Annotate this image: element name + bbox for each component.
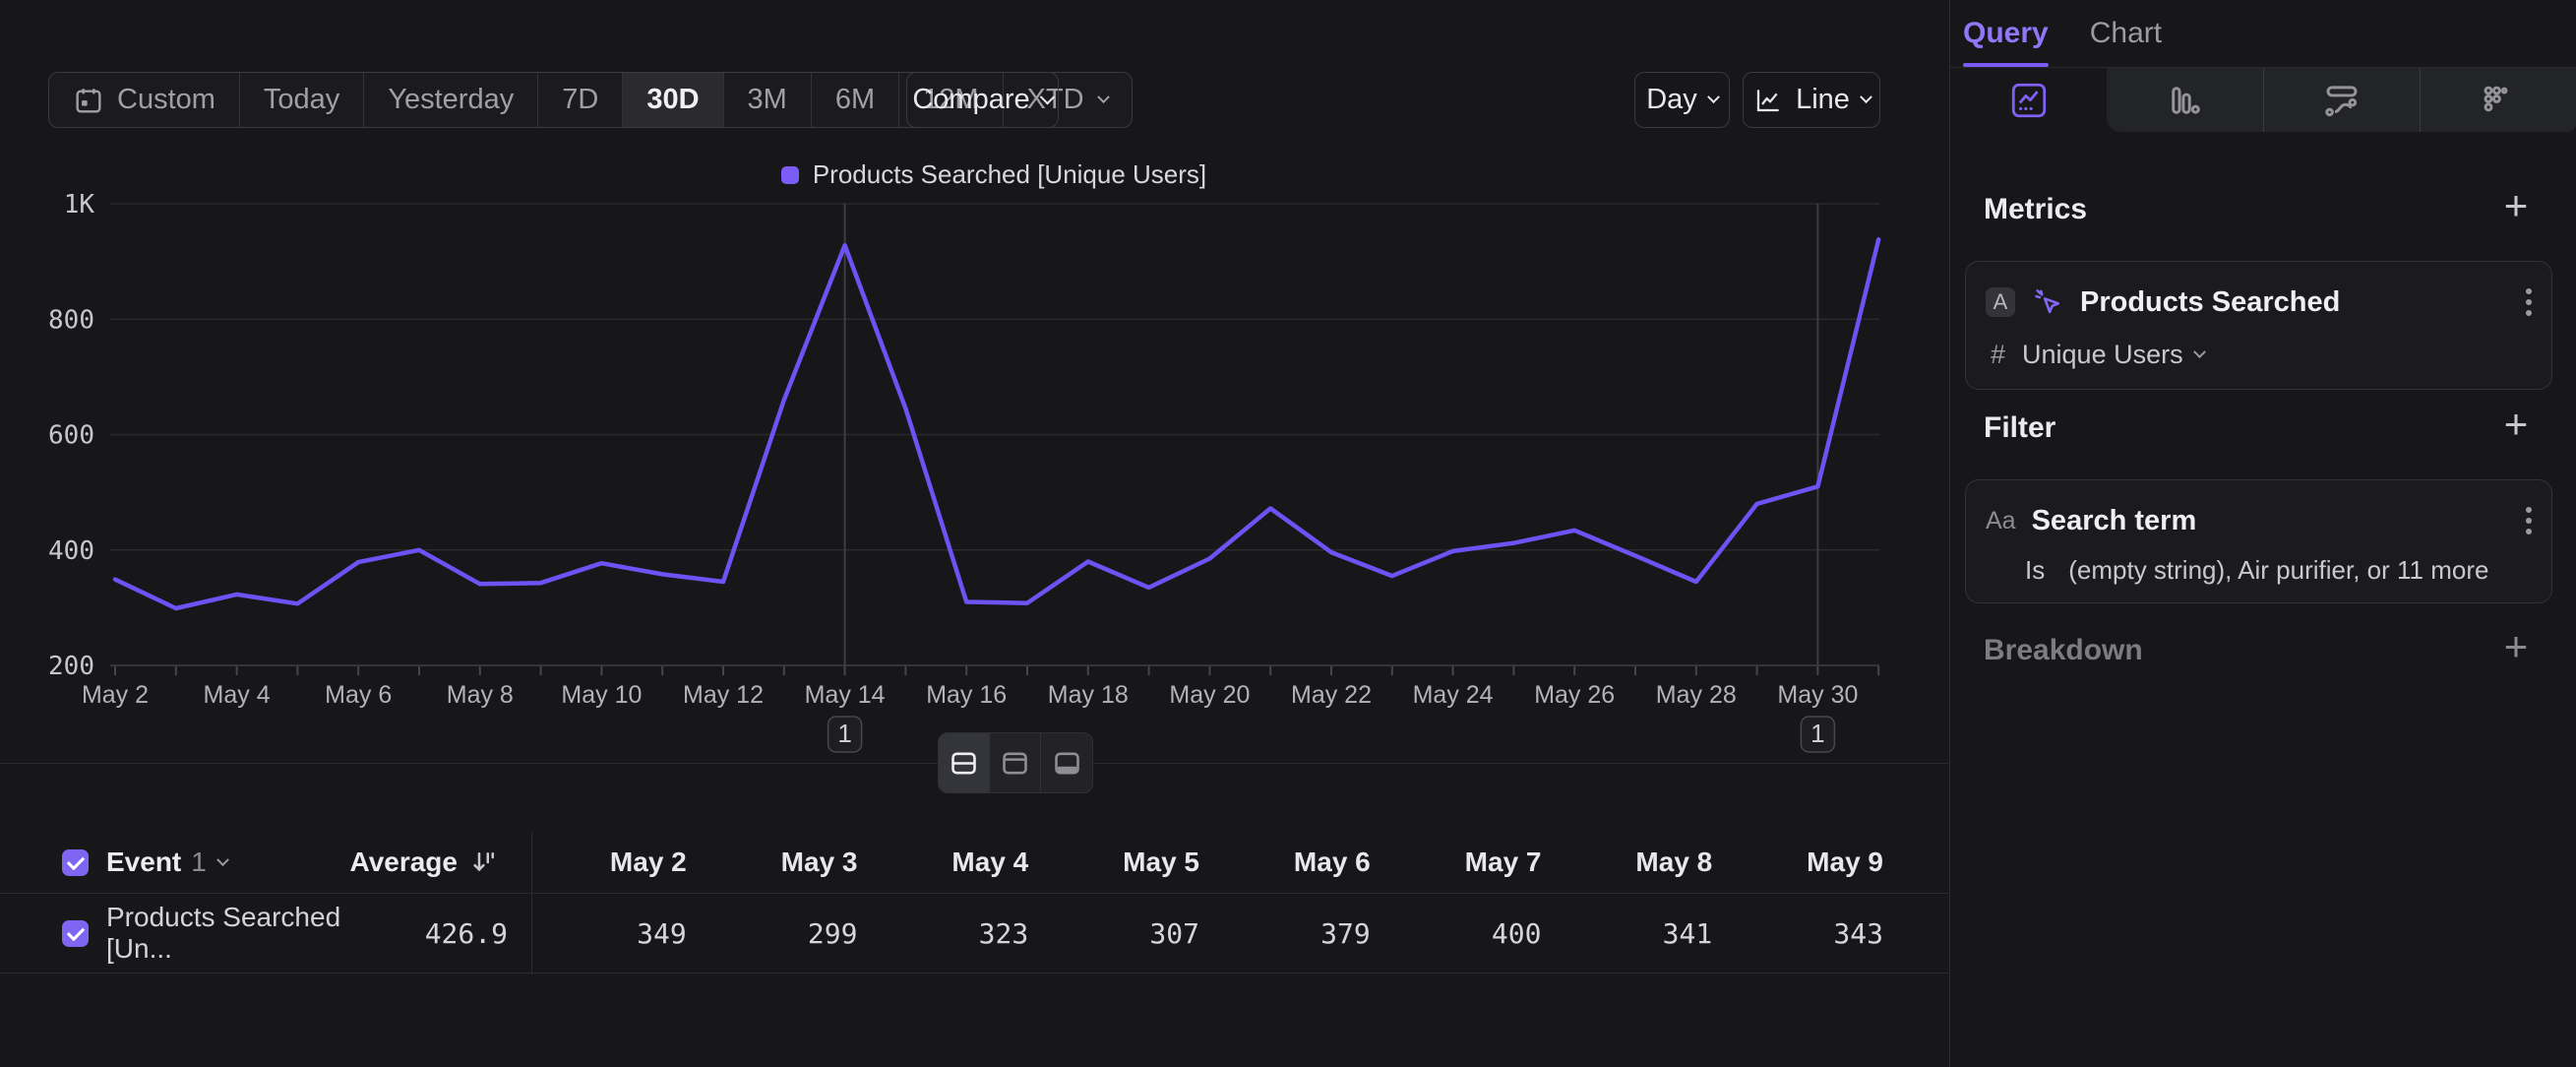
tab-query[interactable]: Query [1963, 0, 2049, 67]
svg-text:May 26: May 26 [1534, 681, 1615, 709]
filter-property-name[interactable]: Search term [2032, 505, 2510, 537]
layout-table-only-button[interactable] [1041, 733, 1092, 792]
svg-text:May 10: May 10 [561, 681, 642, 709]
table-column-header[interactable]: May 3 [703, 832, 874, 893]
event-label: Event [106, 847, 181, 878]
average-column-header[interactable]: Average [350, 847, 458, 878]
date-column-values: 349299323307379400341343 [531, 894, 1899, 973]
event-cursor-icon [2031, 285, 2064, 319]
svg-text:May 2: May 2 [82, 681, 149, 709]
aggregation-prefix: # [1991, 340, 2005, 370]
svg-text:May 6: May 6 [325, 681, 392, 709]
layout-chart-only-button[interactable] [990, 733, 1041, 792]
table-cell-value: 400 [1386, 894, 1558, 973]
svg-text:May 28: May 28 [1656, 681, 1737, 709]
chart-type-bar-tab[interactable] [2107, 68, 2263, 132]
add-filter-button[interactable]: + [2499, 408, 2533, 441]
event-column-header[interactable]: Event 1 [106, 847, 227, 878]
svg-text:400: 400 [48, 536, 94, 566]
row-series-label[interactable]: Products Searched [Un... [106, 902, 352, 965]
table-cell-value: 349 [531, 894, 703, 973]
select-all-checkbox[interactable] [62, 849, 89, 876]
table-cell-value: 323 [874, 894, 1045, 973]
layout-split-view-button[interactable] [939, 733, 990, 792]
metric-card[interactable]: A Products Searched # Unique Users [1965, 261, 2552, 390]
svg-text:May 12: May 12 [683, 681, 764, 709]
date-column-headers: May 2May 3May 4May 5May 6May 7May 8May 9 [531, 832, 1899, 893]
table-column-header[interactable]: May 4 [874, 832, 1045, 893]
table-cell-value: 343 [1728, 894, 1899, 973]
tab-chart[interactable]: Chart [2090, 0, 2162, 67]
svg-text:800: 800 [48, 305, 94, 335]
chevron-down-icon [216, 853, 229, 866]
query-panel: Query Chart [1949, 0, 2576, 1067]
svg-text:May 16: May 16 [926, 681, 1007, 709]
breakdown-heading: Breakdown [1984, 634, 2143, 667]
svg-text:May 8: May 8 [447, 681, 514, 709]
kebab-menu-icon[interactable] [2526, 299, 2532, 305]
main-content: CustomTodayYesterday7D30D3M6M12MXTD Comp… [0, 0, 1948, 1067]
svg-text:1K: 1K [64, 190, 95, 220]
table-column-header[interactable]: May 8 [1558, 832, 1729, 893]
chevron-down-icon [2193, 345, 2206, 358]
svg-text:May 4: May 4 [204, 681, 271, 709]
svg-text:May 20: May 20 [1169, 681, 1250, 709]
add-metric-button[interactable]: + [2499, 189, 2533, 222]
table-column-header[interactable]: May 6 [1215, 832, 1386, 893]
table-header: Event 1 Average May 2May 3May 4May 5May … [0, 832, 1948, 893]
string-property-icon: Aa [1986, 507, 2016, 535]
table-cell-value: 299 [703, 894, 874, 973]
chart-type-strip [1950, 67, 2576, 132]
chart-type-insights-tab[interactable] [1950, 68, 2107, 132]
filter-heading: Filter [1984, 411, 2055, 445]
svg-text:1: 1 [837, 719, 851, 748]
svg-text:1: 1 [1810, 719, 1824, 748]
table-row: Products Searched [Un... 426.9 349299323… [0, 893, 1948, 973]
filter-card[interactable]: Aa Search term Is (empty string), Air pu… [1965, 479, 2552, 603]
metrics-heading: Metrics [1984, 193, 2087, 226]
svg-text:May 24: May 24 [1413, 681, 1494, 709]
sort-descending-icon[interactable] [469, 847, 499, 877]
add-breakdown-button[interactable]: + [2499, 630, 2533, 663]
chart-type-retention-tab[interactable] [2420, 68, 2576, 132]
aggregation-dropdown[interactable]: Unique Users [2022, 340, 2204, 370]
svg-text:May 14: May 14 [805, 681, 886, 709]
kebab-menu-icon[interactable] [2526, 518, 2532, 524]
table-column-header[interactable]: May 7 [1386, 832, 1558, 893]
svg-text:600: 600 [48, 421, 94, 451]
row-checkbox[interactable] [62, 920, 89, 947]
aggregation-label: Unique Users [2022, 340, 2183, 370]
panel-tabs: Query Chart [1963, 0, 2162, 67]
table-column-header[interactable]: May 9 [1728, 832, 1899, 893]
table-cell-value: 379 [1215, 894, 1386, 973]
svg-text:May 30: May 30 [1777, 681, 1858, 709]
metric-name[interactable]: Products Searched [2080, 286, 2510, 319]
svg-text:200: 200 [48, 652, 94, 681]
table-column-header[interactable]: May 2 [531, 832, 703, 893]
table-cell-value: 307 [1044, 894, 1215, 973]
svg-text:May 22: May 22 [1291, 681, 1372, 709]
row-average-value: 426.9 [425, 894, 508, 973]
chart-type-flows-tab[interactable] [2263, 68, 2420, 132]
line-chart[interactable]: 200 400 600 800 1K May 2 May 4 May 6 May 8 May 10… [0, 0, 1948, 787]
metric-series-badge: A [1986, 287, 2015, 317]
layout-toggle-group [938, 732, 1093, 793]
event-count: 1 [191, 847, 207, 878]
svg-text:May 18: May 18 [1048, 681, 1129, 709]
filter-operator[interactable]: Is [2025, 555, 2045, 586]
filter-value[interactable]: (empty string), Air purifier, or 11 more [2068, 555, 2488, 586]
table-column-header[interactable]: May 5 [1044, 832, 1215, 893]
table-cell-value: 341 [1558, 894, 1729, 973]
